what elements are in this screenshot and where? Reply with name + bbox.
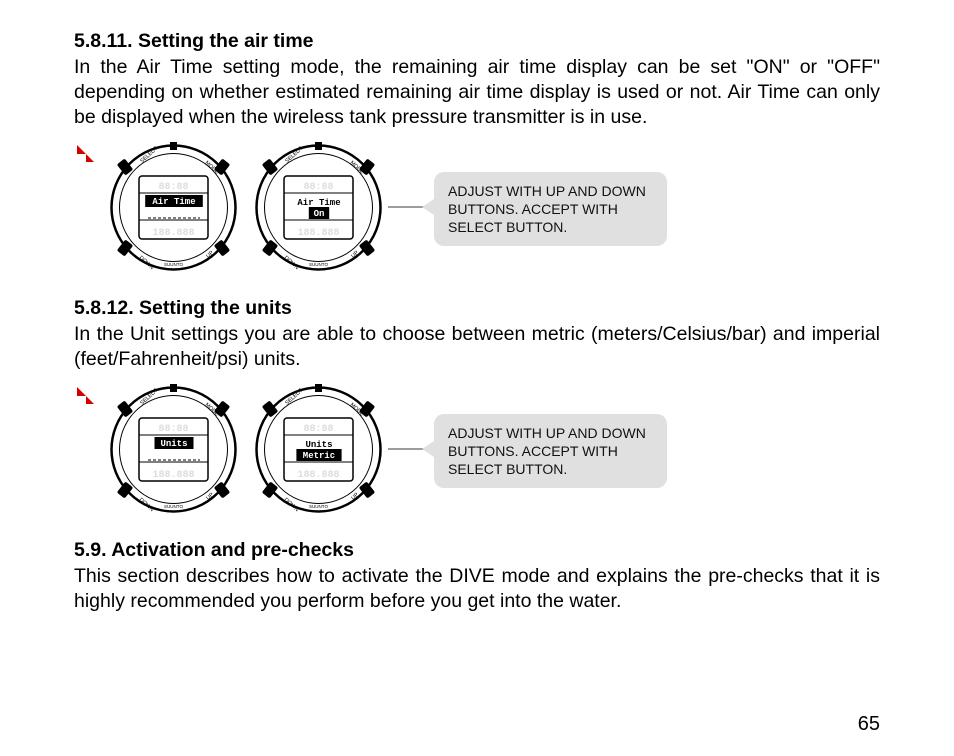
para-air-time: In the Air Time setting mode, the remain…: [74, 55, 880, 130]
svg-text:Metric: Metric: [303, 451, 335, 461]
svg-text:188.888: 188.888: [152, 470, 194, 481]
svg-text:88:88: 88:88: [158, 182, 188, 193]
para-units: In the Unit settings you are able to cho…: [74, 322, 880, 372]
watch-units-1: SELECT MODE DOWN UP SUUNTO 88:88 188.888…: [106, 382, 241, 517]
svg-text:SUUNTO: SUUNTO: [309, 262, 328, 267]
svg-text:Air Time: Air Time: [152, 197, 195, 207]
section-units: 5.8.12. Setting the units In the Unit se…: [74, 297, 880, 517]
figure-row-air-time: SELECT MODE DOWN UP SUUNTO 88:88 188.888…: [74, 140, 880, 275]
svg-text:On: On: [314, 209, 325, 219]
heading-air-time: 5.8.11. Setting the air time: [74, 30, 880, 53]
svg-text:188.888: 188.888: [297, 228, 339, 239]
watch-air-time-1: SELECT MODE DOWN UP SUUNTO 88:88 188.888…: [106, 140, 241, 275]
callout-air-time: ADJUST WITH UP AND DOWN BUTTONS. ACCEPT …: [434, 172, 667, 247]
section-activation: 5.9. Activation and pre-checks This sect…: [74, 539, 880, 614]
figure-row-units: SELECT MODE DOWN UP SUUNTO 88:88 188.888…: [74, 382, 880, 517]
svg-text:188.888: 188.888: [297, 470, 339, 481]
watch-pair: SELECT MODE DOWN UP SUUNTO 88:88 188.888…: [106, 382, 386, 517]
svg-text:Air Time: Air Time: [297, 198, 340, 208]
arrow-icon: [74, 384, 96, 406]
heading-activation: 5.9. Activation and pre-checks: [74, 539, 880, 562]
svg-text:88:88: 88:88: [303, 182, 333, 193]
watch-air-time-2: SELECT MODE DOWN UP SUUNTO 88:88 188.888…: [251, 140, 386, 275]
svg-text:SUUNTO: SUUNTO: [309, 504, 328, 509]
section-air-time: 5.8.11. Setting the air time In the Air …: [74, 30, 880, 275]
svg-text:Units: Units: [305, 440, 332, 450]
svg-text:SUUNTO: SUUNTO: [164, 504, 183, 509]
watch-pair: SELECT MODE DOWN UP SUUNTO 88:88 188.888…: [106, 140, 386, 275]
page-number: 65: [858, 713, 880, 736]
para-activation: This section describes how to activate t…: [74, 564, 880, 614]
callout-units: ADJUST WITH UP AND DOWN BUTTONS. ACCEPT …: [434, 414, 667, 489]
heading-units: 5.8.12. Setting the units: [74, 297, 880, 320]
svg-text:SUUNTO: SUUNTO: [164, 262, 183, 267]
svg-text:188.888: 188.888: [152, 228, 194, 239]
svg-text:88:88: 88:88: [158, 424, 188, 435]
svg-text:88:88: 88:88: [303, 424, 333, 435]
svg-text:Units: Units: [160, 439, 187, 449]
arrow-icon: [74, 142, 96, 164]
watch-units-2: SELECT MODE DOWN UP SUUNTO 88:88 188.888…: [251, 382, 386, 517]
